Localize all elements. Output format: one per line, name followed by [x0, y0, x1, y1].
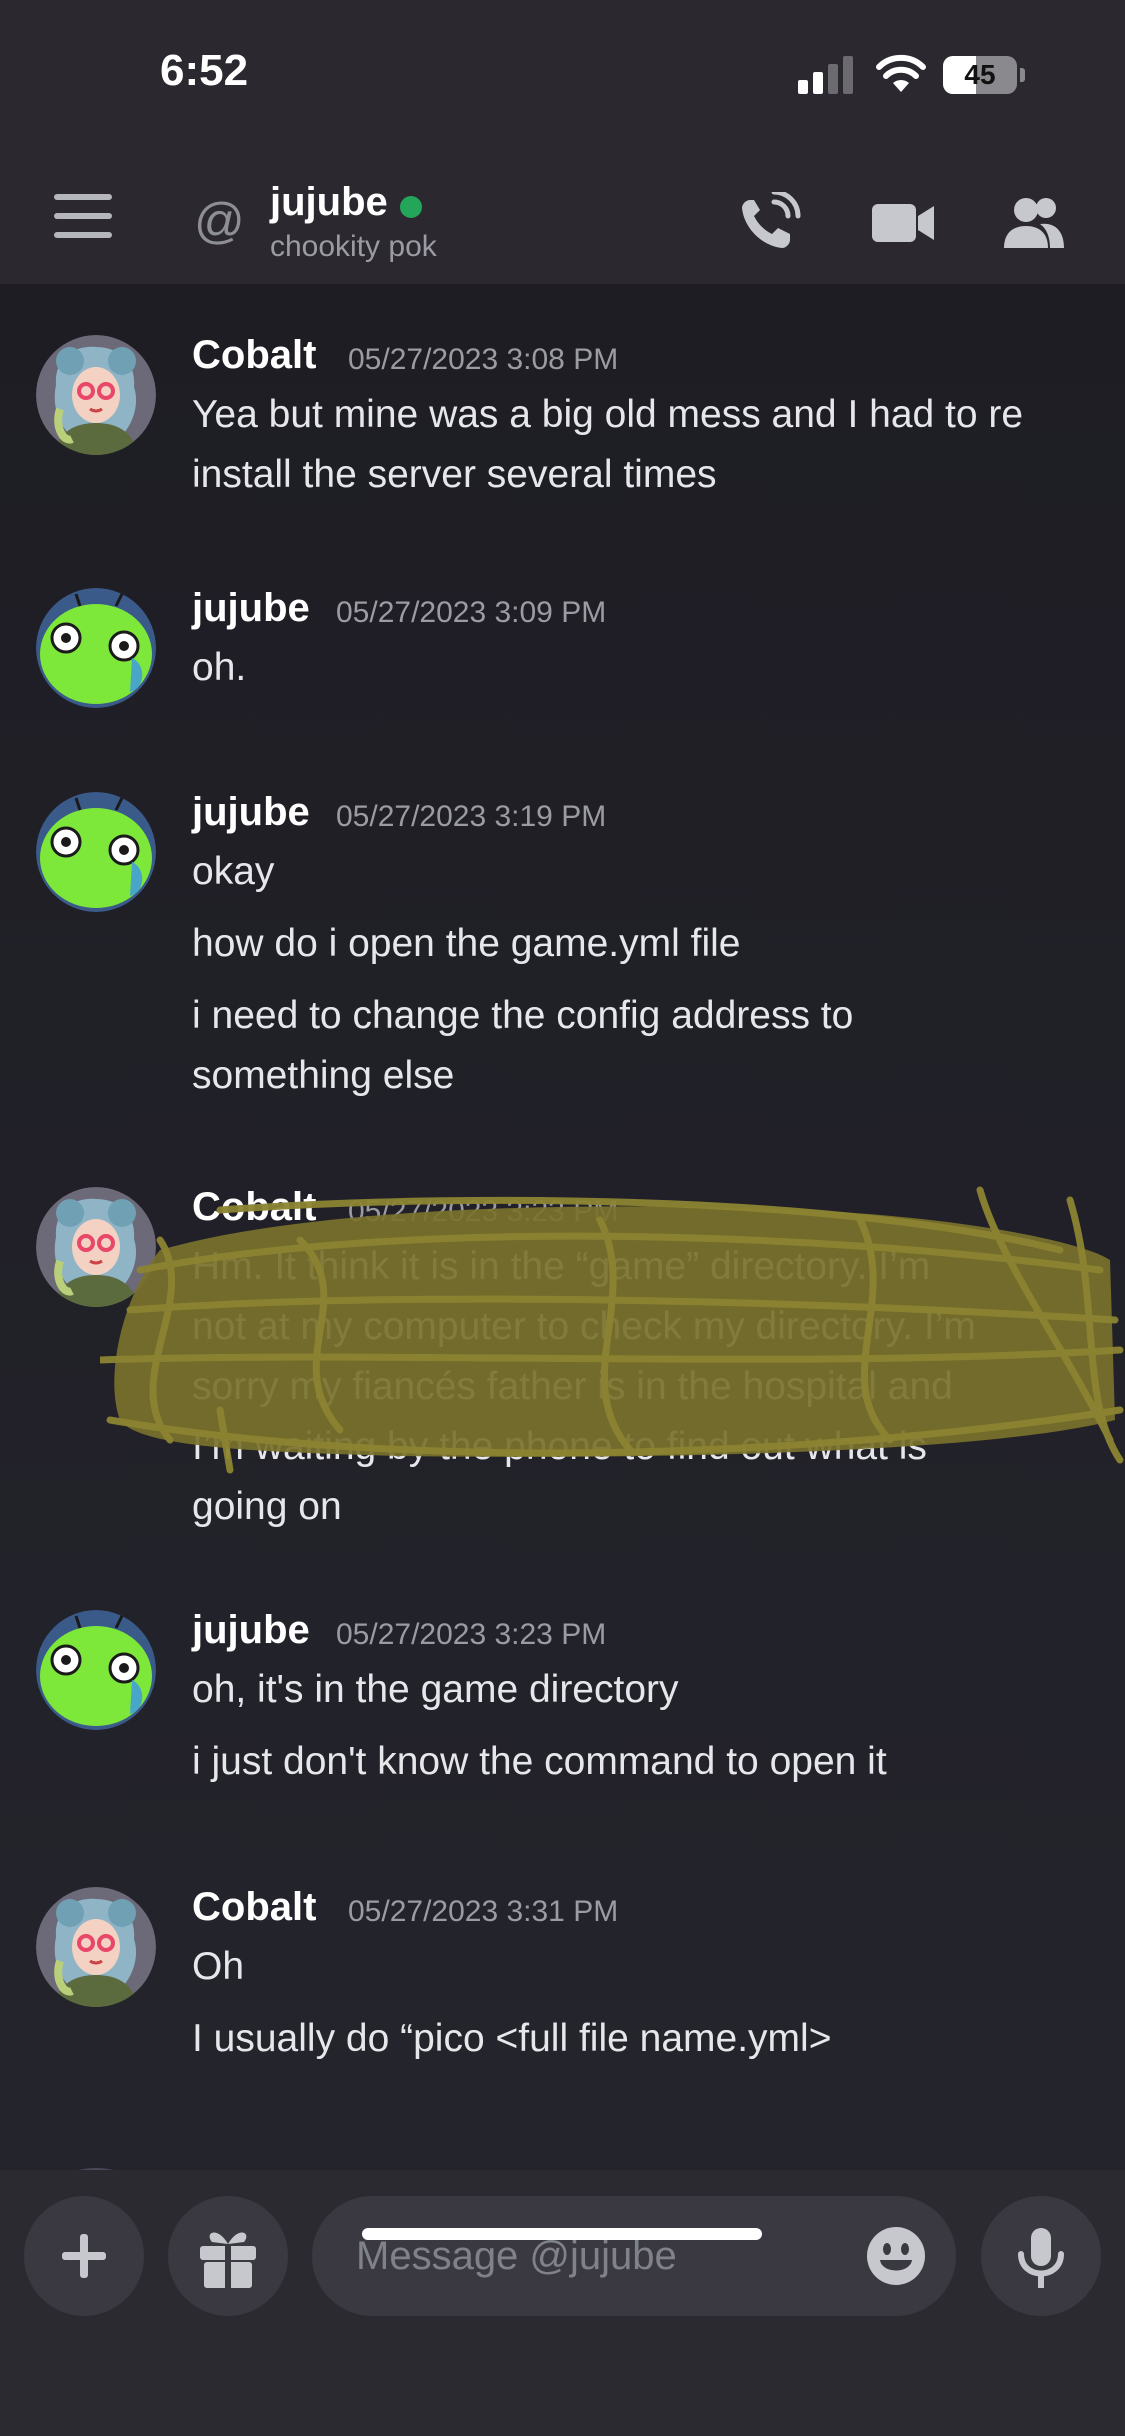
message-text[interactable]: Hm. It think it is in the “game” directo… — [192, 1237, 1092, 1297]
dm-header: @ jujube chookity pok — [0, 150, 1125, 285]
status-bar: 6:52 45 — [0, 0, 1125, 150]
jujube-avatar[interactable] — [36, 792, 156, 912]
menu-icon[interactable] — [54, 194, 112, 238]
message-author[interactable]: Cobalt — [192, 1885, 316, 1930]
battery-level: 45 — [964, 59, 996, 90]
message-text[interactable]: not at my computer to check my directory… — [192, 1297, 1092, 1357]
message-text[interactable]: Oh — [192, 1937, 1092, 1997]
message-author[interactable]: jujube — [192, 586, 310, 631]
microphone-icon — [1018, 2228, 1064, 2288]
dm-recipient-status: chookity pok — [270, 230, 437, 263]
online-status-dot — [400, 196, 422, 218]
message-text[interactable]: oh, it's in the game directory — [192, 1660, 1092, 1720]
wifi-icon — [876, 54, 926, 92]
at-icon: @ — [194, 193, 245, 249]
message-text[interactable]: i need to change the config address to — [192, 986, 1092, 1046]
message-author[interactable]: jujube — [192, 1608, 310, 1653]
message-timestamp: 05/27/2023 3:23 PM — [336, 1618, 607, 1651]
plus-icon — [62, 2234, 106, 2278]
message-author[interactable]: Cobalt — [192, 333, 316, 378]
cellular-signal-icon — [798, 56, 853, 94]
cobalt-avatar[interactable] — [36, 1187, 156, 1307]
gift-icon — [200, 2232, 256, 2290]
message-composer: Message @jujube — [0, 2170, 1125, 2436]
message-text[interactable]: Yea but mine was a big old mess and I ha… — [192, 385, 1092, 445]
message-timestamp: 05/27/2023 3:09 PM — [336, 596, 607, 629]
cobalt-avatar[interactable] — [36, 1887, 156, 2007]
voice-call-icon[interactable] — [736, 192, 802, 252]
message-text[interactable]: sorry my fiancés father is in the hospit… — [192, 1357, 1092, 1417]
message-author[interactable]: Cobalt — [192, 1185, 316, 1230]
message-timestamp: 05/27/2023 3:19 PM — [336, 800, 607, 833]
battery-icon: 45 — [943, 56, 1025, 94]
message-text[interactable]: i just don't know the command to open it — [192, 1732, 1092, 1792]
message-timestamp: 05/27/2023 3:31 PM — [348, 1895, 619, 1928]
message-input-placeholder: Message @jujube — [356, 2234, 677, 2278]
message-timestamp: 05/27/2023 3:23 PM — [348, 1195, 619, 1228]
message-text[interactable]: I usually do “pico <full file name.yml> — [192, 2009, 1092, 2069]
message-text[interactable]: oh. — [192, 638, 1092, 698]
video-call-icon[interactable] — [870, 192, 936, 252]
message-text[interactable]: going on — [192, 1477, 1092, 1537]
message-text[interactable]: okay — [192, 842, 1092, 902]
home-indicator — [362, 2228, 762, 2240]
message-timestamp: 05/27/2023 3:08 PM — [348, 343, 619, 376]
gift-button[interactable] — [168, 2196, 288, 2316]
message-text[interactable]: install the server several times — [192, 445, 1092, 505]
message-list[interactable]: Cobalt 05/27/2023 3:08 PM Yea but mine w… — [0, 285, 1125, 2170]
cobalt-avatar[interactable] — [36, 335, 156, 455]
message-author[interactable]: jujube — [192, 790, 310, 835]
jujube-avatar[interactable] — [36, 1610, 156, 1730]
message-text[interactable]: I’m waiting by the phone to find out wha… — [192, 1417, 1092, 1477]
message-input[interactable]: Message @jujube — [312, 2196, 956, 2316]
emoji-icon[interactable] — [866, 2226, 926, 2286]
cobalt-avatar — [79, 2168, 113, 2170]
jujube-avatar[interactable] — [36, 588, 156, 708]
members-icon[interactable] — [1000, 192, 1066, 252]
status-time: 6:52 — [160, 46, 249, 95]
dm-recipient-name[interactable]: jujube — [270, 180, 388, 225]
message-text[interactable]: something else — [192, 1046, 1092, 1106]
message-text[interactable]: how do i open the game.yml file — [192, 914, 1092, 974]
attach-button[interactable] — [24, 2196, 144, 2316]
voice-message-button[interactable] — [981, 2196, 1101, 2316]
